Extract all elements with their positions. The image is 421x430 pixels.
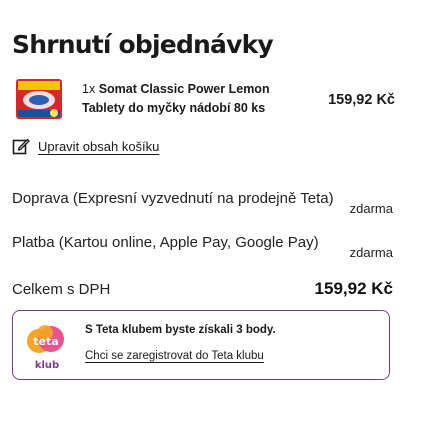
teta-club-message: S Teta klubem byste získali 3 body. bbox=[85, 324, 276, 336]
total-row: Celkem s DPH 159,92 Kč bbox=[12, 279, 393, 298]
edit-cart-link[interactable]: Upravit obsah košíku bbox=[12, 136, 159, 156]
teta-logo-word: teta bbox=[33, 335, 58, 348]
shipping-label: Doprava (Expresní vyzvednutí na prodejně… bbox=[12, 190, 334, 207]
teta-club-box: teta klub S Teta klubem byste získali 3 … bbox=[12, 310, 390, 380]
shipping-value: zdarma bbox=[349, 201, 393, 216]
edit-icon bbox=[12, 138, 30, 155]
teta-register-link[interactable]: Chci se zaregistrovat do Teta klubu bbox=[85, 350, 264, 362]
edit-cart-label[interactable]: Upravit obsah košíku bbox=[38, 139, 159, 154]
teta-club-logo: teta klub bbox=[27, 325, 64, 371]
product-description: 1x Somat Classic Power Lemon Tablety do … bbox=[82, 82, 270, 115]
shipping-row: Doprava (Expresní vyzvednutí na prodejně… bbox=[12, 188, 393, 216]
cart-product-row: 1x Somat Classic Power Lemon Tablety do … bbox=[12, 74, 397, 126]
klub-logo-word: klub bbox=[35, 360, 59, 371]
payment-row: Platba (Kartou online, Apple Pay, Google… bbox=[12, 232, 393, 260]
payment-value: zdarma bbox=[349, 245, 393, 260]
product-name-line2: Tablety do myčky nádobí 80 ks bbox=[82, 101, 266, 115]
payment-label: Platba (Kartou online, Apple Pay, Google… bbox=[12, 234, 319, 251]
product-name-line1: Somat Classic Power Lemon bbox=[98, 82, 270, 96]
product-price: 159,92 Kč bbox=[328, 92, 395, 108]
total-value: 159,92 Kč bbox=[314, 279, 393, 298]
page-title: Shrnutí objednávky bbox=[12, 30, 274, 59]
product-thumbnail bbox=[16, 79, 62, 119]
